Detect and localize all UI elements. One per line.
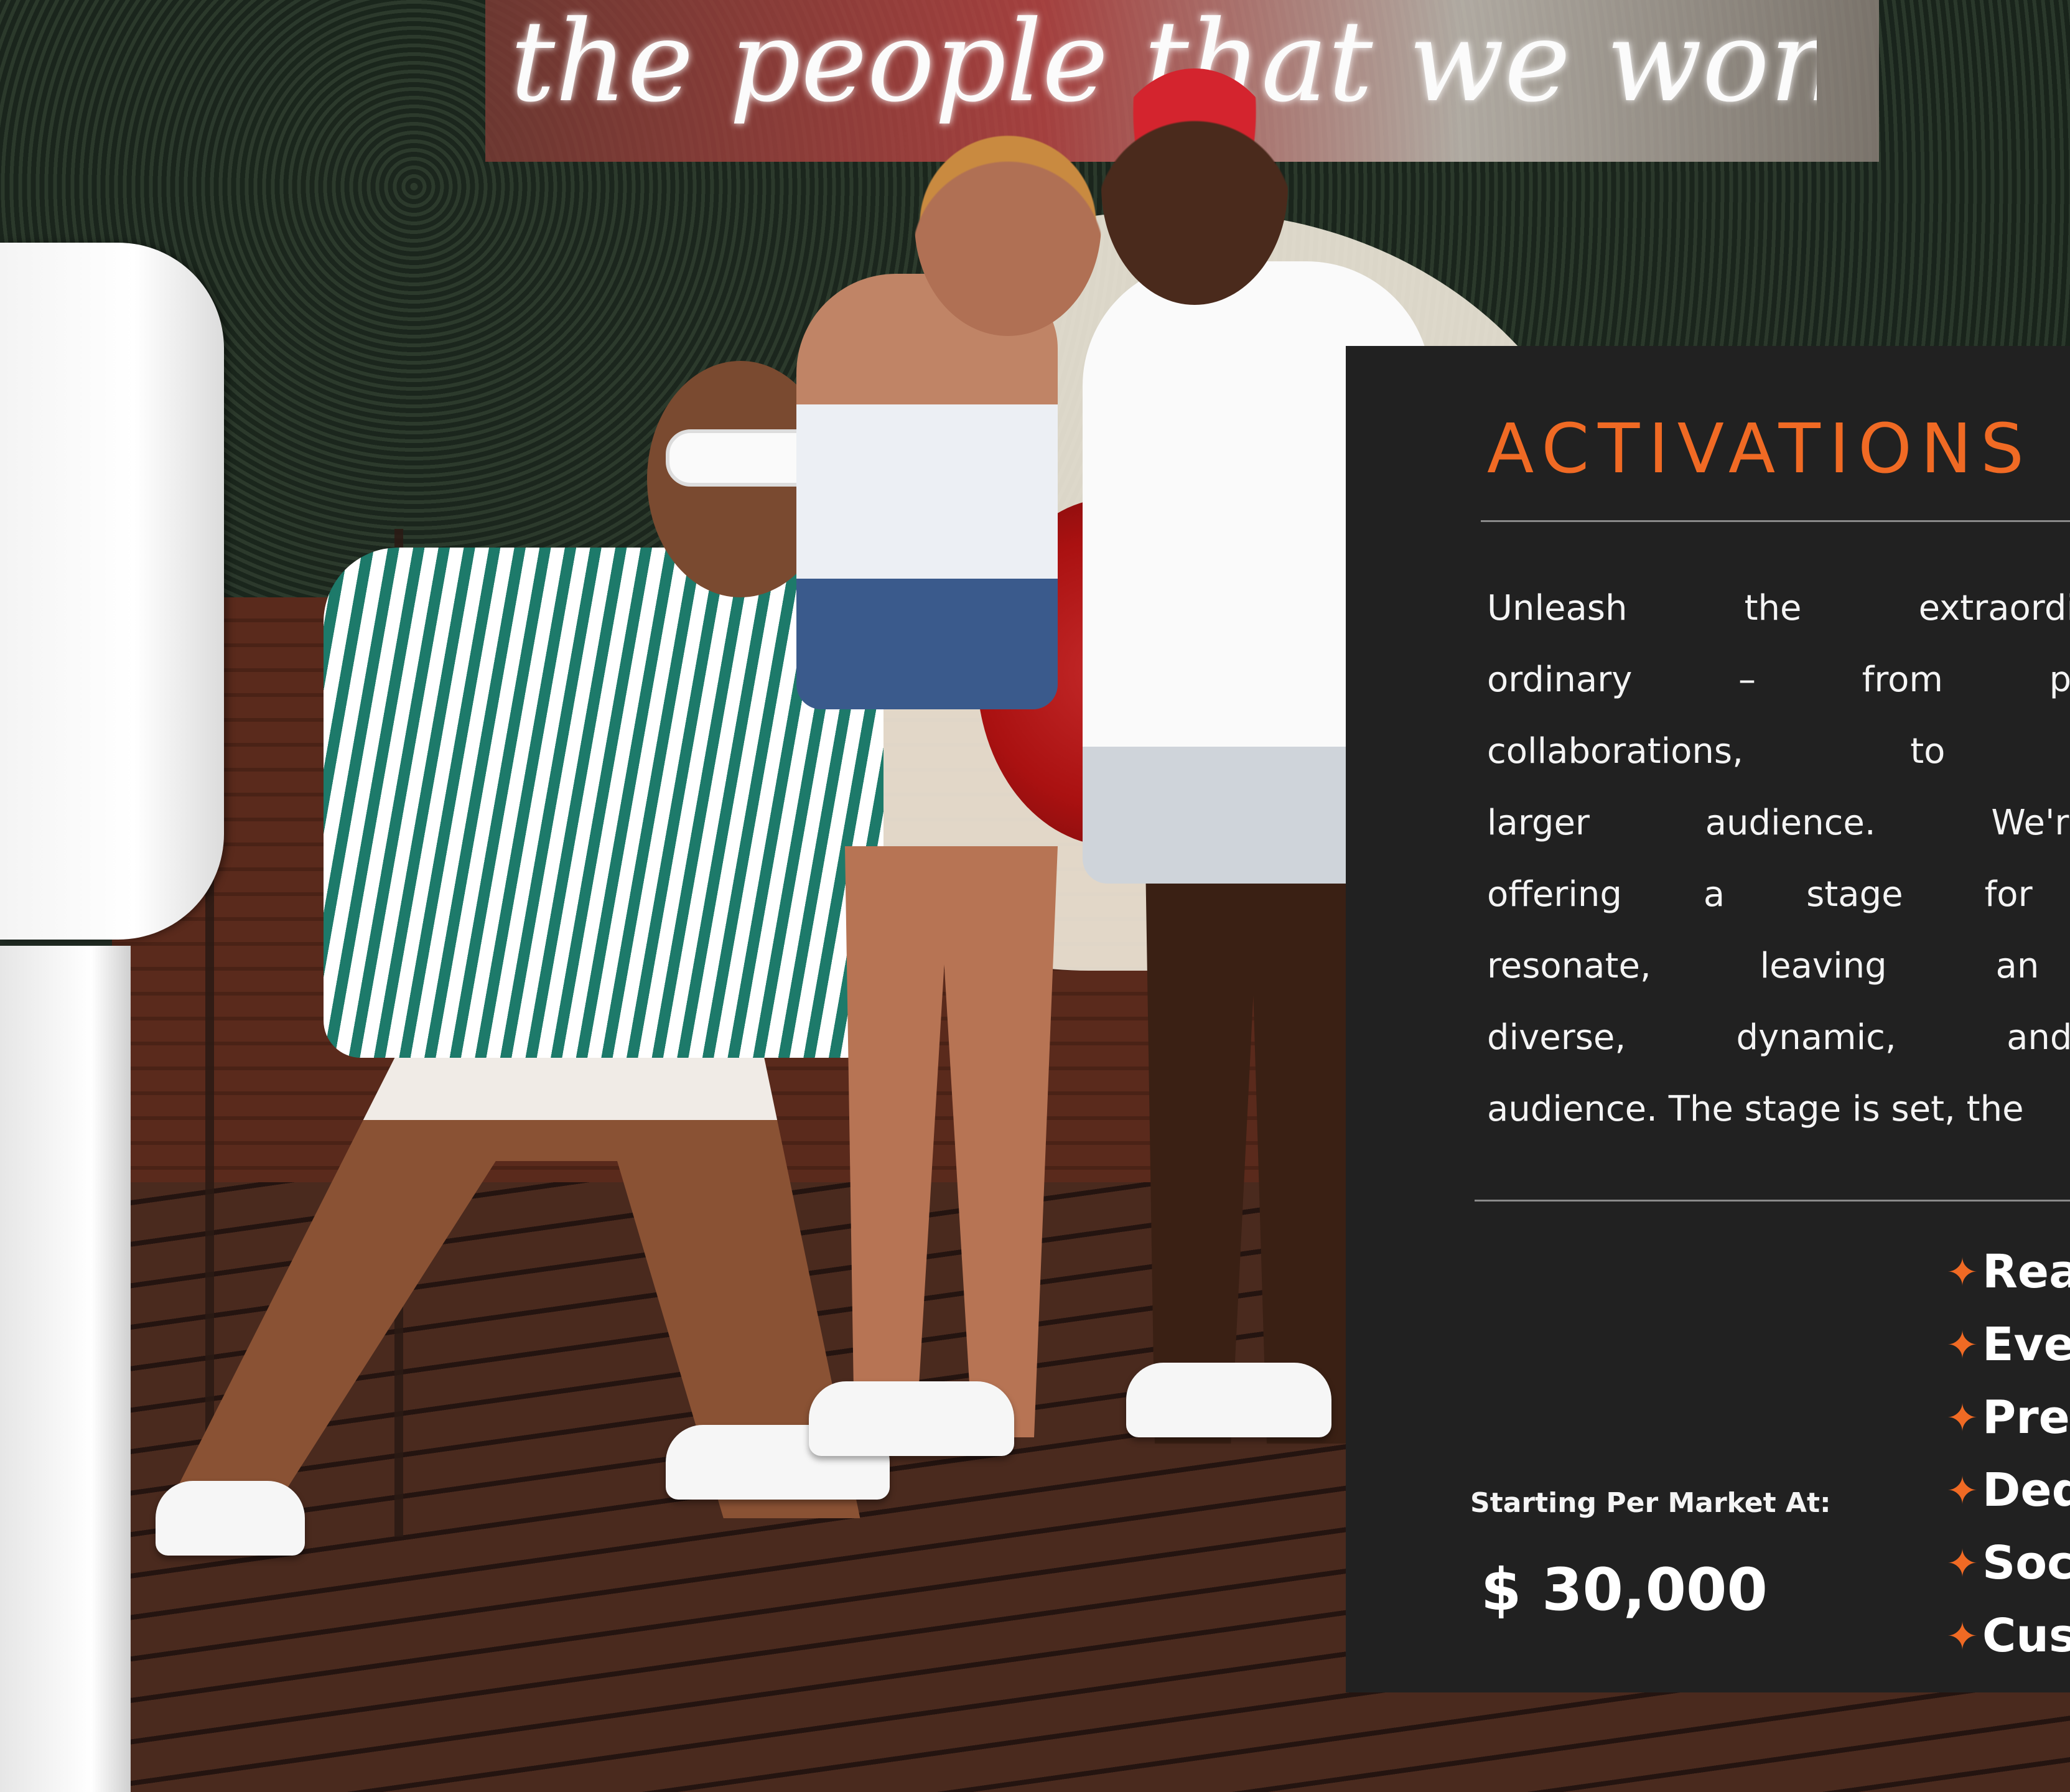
- sneaker: [156, 1481, 305, 1556]
- sneaker: [1126, 1363, 1331, 1437]
- feature-label: Soc: [1982, 1536, 2070, 1590]
- feature-list: ✦ Rea ✦ Eve ✦ Pres ✦ Ded ✦ Soc ✦ Cus: [1946, 1236, 2070, 1673]
- divider-top: [1481, 520, 2070, 522]
- four-pointed-star-icon: ✦: [1946, 1613, 1979, 1659]
- panel-description: Unleash the extraordinary! J ordinary – …: [1487, 572, 2070, 1145]
- person-middle-body: [796, 274, 1058, 709]
- four-pointed-star-icon: ✦: [1946, 1468, 1979, 1513]
- photo-booth-kiosk: [0, 243, 224, 940]
- feature-item: ✦ Ded: [1946, 1454, 2070, 1527]
- person-right-head: [1101, 68, 1288, 305]
- person-middle-head: [915, 112, 1101, 336]
- feature-item: ✦ Eve: [1946, 1309, 2070, 1381]
- description-line: collaborations, to unforgetta: [1487, 731, 2070, 772]
- price-value: $ 30,000: [1481, 1556, 1768, 1624]
- description-line: larger audience. We're curat: [1487, 803, 2070, 843]
- feature-item: ✦ Soc: [1946, 1527, 2070, 1600]
- four-pointed-star-icon: ✦: [1946, 1541, 1979, 1586]
- feature-label: Pres: [1982, 1391, 2070, 1444]
- feature-item: ✦ Pres: [1946, 1381, 2070, 1454]
- description-line: offering a stage for your b: [1487, 874, 2070, 915]
- photo-booth-stand: [0, 946, 131, 1792]
- description-line: ordinary – from pop-up s: [1487, 660, 2070, 700]
- sneaker: [809, 1381, 1014, 1456]
- feature-item: ✦ Rea: [1946, 1236, 2070, 1309]
- feature-label: Ded: [1982, 1463, 2070, 1517]
- description-line: audience. The stage is set, the: [1487, 1089, 2024, 1129]
- four-pointed-star-icon: ✦: [1946, 1249, 1979, 1295]
- feature-label: Cus: [1982, 1609, 2070, 1663]
- price-label: Starting Per Market At:: [1470, 1487, 1831, 1519]
- feature-label: Eve: [1982, 1318, 2070, 1371]
- activations-panel: ACTIVATIONS Unleash the extraordinary! J…: [1346, 346, 2070, 1692]
- description-line: Unleash the extraordinary! J: [1487, 588, 2070, 628]
- divider-bottom: [1475, 1200, 2070, 1202]
- four-pointed-star-icon: ✦: [1946, 1395, 1979, 1440]
- feature-item: ✦ Cus: [1946, 1600, 2070, 1673]
- panel-title: ACTIVATIONS: [1487, 409, 2033, 488]
- feature-label: Rea: [1982, 1245, 2070, 1299]
- description-line: resonate, leaving an indelible: [1487, 946, 2070, 986]
- four-pointed-star-icon: ✦: [1946, 1322, 1979, 1368]
- description-line: diverse, dynamic, and immer: [1487, 1017, 2070, 1058]
